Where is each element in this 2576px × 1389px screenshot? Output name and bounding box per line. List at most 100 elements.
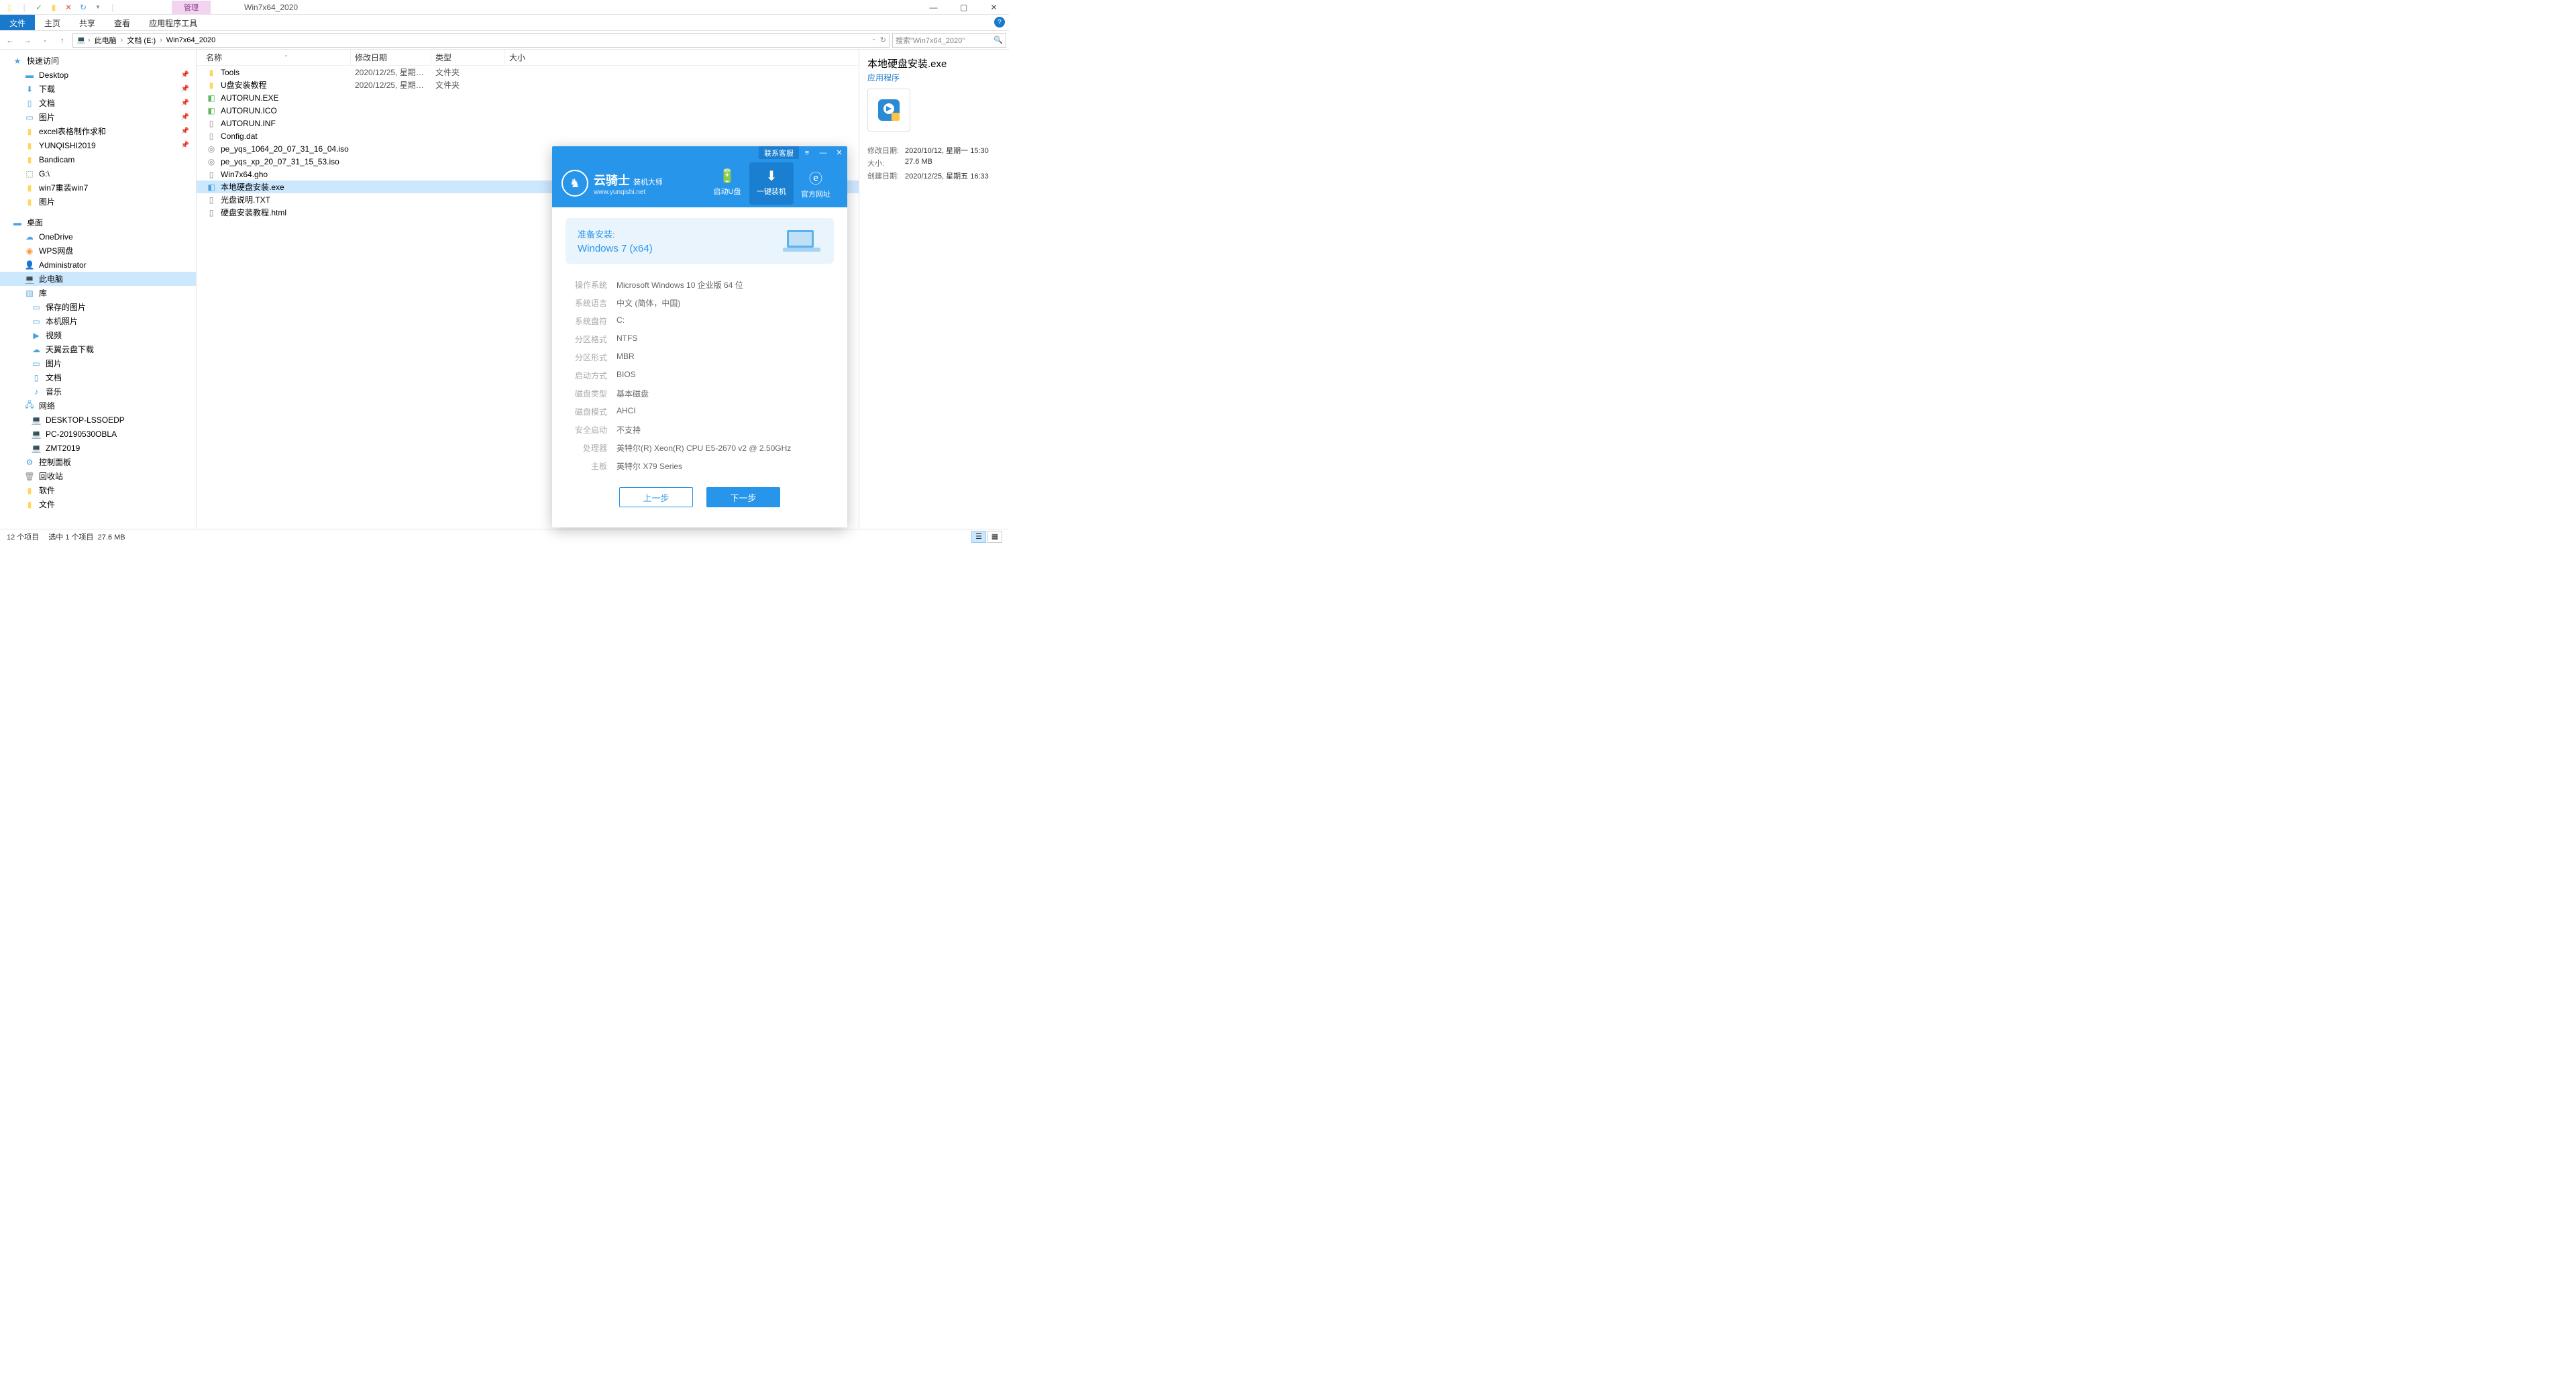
nav-pics3[interactable]: ▭图片 bbox=[0, 356, 196, 370]
nav-downloads[interactable]: ⬇下载📌 bbox=[0, 82, 196, 96]
help-icon[interactable]: ? bbox=[994, 17, 1005, 28]
nav-pc2[interactable]: 💻PC-20190530OBLA bbox=[0, 427, 196, 441]
yqs-next-button[interactable]: 下一步 bbox=[706, 487, 780, 507]
yqs-minimize-button[interactable]: — bbox=[815, 149, 831, 157]
tab-home[interactable]: 主页 bbox=[35, 15, 70, 30]
nav-quick-access[interactable]: ★快速访问 bbox=[0, 54, 196, 68]
yqs-nav-usb[interactable]: 🔋启动U盘 bbox=[705, 162, 749, 205]
nav-docs2[interactable]: ▯文档 bbox=[0, 370, 196, 384]
details-label: 创建日期: bbox=[867, 170, 905, 181]
nav-thispc[interactable]: 💻此电脑 bbox=[0, 272, 196, 286]
nav-bandicam[interactable]: ▮Bandicam bbox=[0, 152, 196, 166]
yqs-contact[interactable]: 联系客服 bbox=[759, 146, 799, 159]
x-icon[interactable]: ✕ bbox=[63, 2, 74, 13]
tab-share[interactable]: 共享 bbox=[70, 15, 105, 30]
nav-pc1[interactable]: 💻DESKTOP-LSSOEDP bbox=[0, 413, 196, 427]
nav-wps[interactable]: ◉WPS网盘 bbox=[0, 244, 196, 258]
tab-view[interactable]: 查看 bbox=[105, 15, 140, 30]
context-tab[interactable]: 管理 bbox=[172, 1, 211, 14]
file-name: AUTORUN.ICO bbox=[221, 106, 277, 115]
nav-excel[interactable]: ▮excel表格制作求和📌 bbox=[0, 124, 196, 138]
nav-libraries[interactable]: ▥库 bbox=[0, 286, 196, 300]
yqs-prep-os: Windows 7 (x64) bbox=[578, 243, 653, 254]
minimize-button[interactable]: — bbox=[918, 0, 949, 15]
crumb-sep: › bbox=[88, 36, 91, 44]
nav-admin[interactable]: 👤Administrator bbox=[0, 258, 196, 272]
refresh-icon[interactable]: ↻ bbox=[880, 36, 886, 44]
nav-ctrlpanel[interactable]: ⚙控制面板 bbox=[0, 455, 196, 469]
view-details-button[interactable]: ☰ bbox=[971, 531, 986, 543]
nav-videos[interactable]: ▶视频 bbox=[0, 328, 196, 342]
yqs-nav-install[interactable]: ⬇一键装机 bbox=[749, 162, 794, 205]
breadcrumb[interactable]: 💻 › 此电脑 › 文档 (E:) › Win7x64_2020 ⌄ ↻ bbox=[72, 33, 890, 48]
dropdown-icon[interactable]: ⌄ bbox=[871, 36, 876, 44]
nav-pc3[interactable]: 💻ZMT2019 bbox=[0, 441, 196, 455]
nav-saved-pics[interactable]: ▭保存的图片 bbox=[0, 300, 196, 314]
yqs-close-button[interactable]: ✕ bbox=[831, 148, 847, 157]
check-icon[interactable]: ✓ bbox=[34, 2, 44, 13]
nav-docs[interactable]: ▯文档📌 bbox=[0, 96, 196, 110]
ico-icon: ◧ bbox=[206, 105, 217, 116]
file-row[interactable]: ▯Config.dat bbox=[197, 130, 859, 142]
up-button[interactable]: ↑ bbox=[55, 33, 70, 48]
forward-button[interactable]: → bbox=[20, 33, 35, 48]
crumb-folder[interactable]: Win7x64_2020 bbox=[164, 36, 218, 44]
nav-pics2[interactable]: ▮图片 bbox=[0, 195, 196, 209]
nav-win7re[interactable]: ▮win7重装win7 bbox=[0, 181, 196, 195]
col-type[interactable]: 类型 bbox=[431, 50, 505, 65]
nav-gdrive[interactable]: ⬚G:\ bbox=[0, 166, 196, 181]
nav-label: 图片 bbox=[46, 358, 62, 369]
refresh-icon[interactable]: ↻ bbox=[78, 2, 89, 13]
nav-software[interactable]: ▮软件 bbox=[0, 483, 196, 497]
nav-network[interactable]: 🖧网络 bbox=[0, 399, 196, 413]
nav-label: 保存的图片 bbox=[46, 301, 86, 313]
back-button[interactable]: ← bbox=[3, 33, 17, 48]
file-row[interactable]: ▮Tools2020/12/25, 星期五 1...文件夹 bbox=[197, 66, 859, 79]
close-button[interactable]: ✕ bbox=[979, 0, 1009, 15]
file-row[interactable]: ◧AUTORUN.EXE bbox=[197, 91, 859, 104]
col-name[interactable]: 名称⌃ bbox=[197, 50, 351, 65]
yqs-nav-site[interactable]: ⓔ官方网址 bbox=[794, 162, 838, 205]
col-size[interactable]: 大小 bbox=[505, 50, 559, 65]
view-icons-button[interactable]: ▦ bbox=[987, 531, 1002, 543]
crumb-docs[interactable]: 文档 (E:) bbox=[124, 35, 158, 46]
nav-music[interactable]: ♪音乐 bbox=[0, 384, 196, 399]
folder-small-icon[interactable]: ▮ bbox=[48, 2, 59, 13]
column-headers: 名称⌃ 修改日期 类型 大小 bbox=[197, 50, 859, 66]
nav-desktop[interactable]: ▬Desktop📌 bbox=[0, 68, 196, 82]
nav-tianyi[interactable]: ☁天翼云盘下载 bbox=[0, 342, 196, 356]
search-icon[interactable]: 🔍 bbox=[994, 36, 1003, 44]
yqs-prev-button[interactable]: 上一步 bbox=[619, 487, 693, 507]
nav-label: 天翼云盘下载 bbox=[46, 344, 94, 355]
nav-recycle[interactable]: 🗑回收站 bbox=[0, 469, 196, 483]
file-row[interactable]: ▮U盘安装教程2020/12/25, 星期五 1...文件夹 bbox=[197, 79, 859, 91]
yqs-prep-label: 准备安装: bbox=[578, 227, 653, 240]
tab-app-tools[interactable]: 应用程序工具 bbox=[140, 15, 207, 30]
nav-files[interactable]: ▮文件 bbox=[0, 497, 196, 511]
nav-label: Administrator bbox=[39, 260, 87, 270]
nav-pics[interactable]: ▭图片📌 bbox=[0, 110, 196, 124]
nav-desktop2[interactable]: ▬桌面 bbox=[0, 215, 196, 229]
folder-icon[interactable]: ▯ bbox=[4, 2, 15, 13]
details-value: 2020/10/12, 星期一 15:30 bbox=[905, 145, 989, 156]
gho-icon: ▯ bbox=[206, 169, 217, 180]
maximize-button[interactable]: ▢ bbox=[949, 0, 979, 15]
nav-onedrive[interactable]: ☁OneDrive bbox=[0, 229, 196, 244]
file-name: Config.dat bbox=[221, 132, 258, 141]
search-input[interactable]: 搜索"Win7x64_2020" 🔍 bbox=[892, 33, 1006, 48]
file-type: 文件夹 bbox=[431, 79, 505, 91]
crumb-thispc[interactable]: 此电脑 bbox=[92, 35, 119, 46]
dropdown-icon[interactable]: ▼ bbox=[93, 2, 103, 13]
file-row[interactable]: ◧ AUTORUN.ICO bbox=[197, 104, 859, 117]
status-bar: 12 个项目 选中 1 个项目 27.6 MB ☰ ▦ bbox=[0, 529, 1009, 544]
view-switcher: ☰ ▦ bbox=[971, 531, 1002, 543]
recent-dropdown[interactable]: ⌄ bbox=[38, 33, 52, 48]
yqs-menu-button[interactable]: ≡ bbox=[799, 149, 815, 157]
nav-cam-roll[interactable]: ▭本机照片 bbox=[0, 314, 196, 328]
yqs-nav-label: 官方网址 bbox=[801, 191, 830, 199]
file-row[interactable]: ▯AUTORUN.INF bbox=[197, 117, 859, 130]
col-date[interactable]: 修改日期 bbox=[351, 50, 431, 65]
tab-file[interactable]: 文件 bbox=[0, 15, 35, 30]
nav-yqs[interactable]: ▮YUNQISHI2019📌 bbox=[0, 138, 196, 152]
qat-sep: | bbox=[19, 2, 30, 13]
